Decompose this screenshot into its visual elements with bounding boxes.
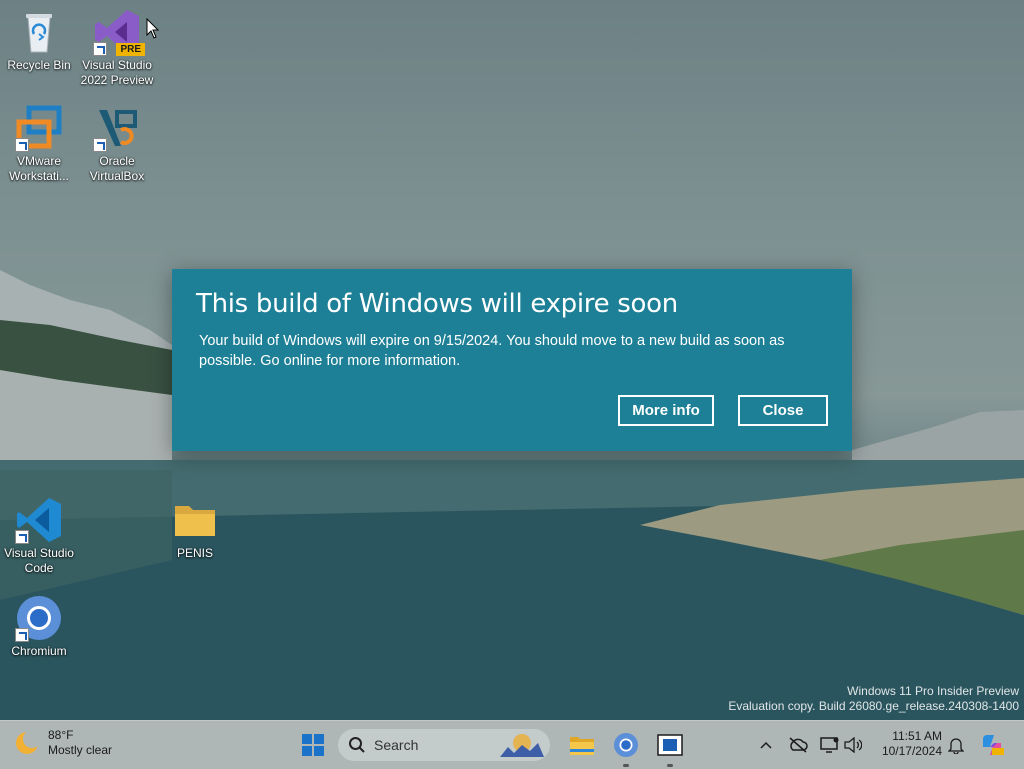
mouse-cursor-icon	[146, 18, 160, 39]
desktop-icon-virtualbox[interactable]: Oracle VirtualBox	[79, 104, 155, 184]
chevron-up-icon	[760, 741, 772, 749]
search-placeholder: Search	[374, 737, 419, 753]
desktop-icon-visual-studio[interactable]: PRE Visual Studio 2022 Preview	[79, 8, 155, 88]
notifications-button[interactable]	[945, 733, 967, 757]
display-icon	[820, 737, 839, 753]
vmware-icon	[15, 104, 63, 152]
desktop-icon-chromium[interactable]: Chromium	[1, 594, 77, 659]
virtualbox-icon	[93, 104, 141, 152]
desktop-icon-label: Oracle VirtualBox	[89, 154, 145, 183]
taskbar-clock[interactable]: 11:51 AM 10/17/2024	[870, 729, 942, 759]
watermark-edition: Windows 11 Pro Insider Preview	[847, 684, 1019, 698]
weather-widget[interactable]: 88°F Mostly clear	[14, 728, 112, 758]
search-highlight-icon	[500, 734, 544, 757]
desktop-icon-label: PENIS	[176, 546, 213, 560]
desktop-icon-label: Recycle Bin	[7, 58, 71, 72]
shortcut-arrow-icon	[15, 138, 29, 152]
more-info-button[interactable]: More info	[618, 395, 714, 426]
network-status-button[interactable]	[786, 733, 810, 757]
desktop-icon-folder[interactable]: PENIS	[157, 496, 233, 561]
taskbar-chromium[interactable]	[610, 729, 642, 767]
taskbar: 88°F Mostly clear Search 11:51 AM 10/17/…	[0, 720, 1024, 769]
running-indicator	[623, 764, 629, 767]
moon-weather-icon	[16, 730, 40, 754]
desktop-icon-label: Chromium	[11, 644, 67, 658]
taskbar-file-explorer[interactable]	[566, 729, 598, 761]
dialog-message: Your build of Windows will expire on 9/1…	[199, 333, 785, 369]
show-hidden-icons-button[interactable]	[756, 733, 776, 757]
desktop-icon-label: VMware Workstati...	[9, 154, 69, 183]
taskbar-active-app[interactable]	[654, 729, 686, 767]
evaluation-watermark: Windows 11 Pro Insider Preview Evaluatio…	[728, 684, 1019, 714]
taskbar-search-box[interactable]: Search	[338, 729, 550, 761]
desktop-icon-label: Visual Studio 2022 Preview	[80, 58, 154, 87]
volume-icon	[844, 737, 862, 753]
desktop-icon-recycle-bin[interactable]: Recycle Bin	[1, 8, 77, 73]
volume-button[interactable]	[842, 733, 864, 757]
shortcut-arrow-icon	[15, 628, 29, 642]
vscode-icon	[15, 496, 63, 544]
shortcut-arrow-icon	[15, 530, 29, 544]
expiration-dialog: This build of Windows will expire soon Y…	[172, 269, 852, 451]
folder-icon	[171, 496, 219, 544]
search-icon	[349, 737, 365, 753]
dialog-title: This build of Windows will expire soon	[196, 289, 678, 319]
chromium-icon	[15, 594, 63, 642]
weather-temperature: 88°F	[48, 728, 74, 742]
app-window-icon	[657, 734, 683, 756]
recycle-bin-icon	[15, 8, 63, 56]
file-explorer-icon	[570, 737, 594, 755]
bell-icon	[948, 738, 964, 754]
network-off-icon	[789, 737, 808, 753]
start-button[interactable]	[297, 729, 329, 761]
clock-date: 10/17/2024	[881, 744, 942, 758]
watermark-build: Evaluation copy. Build 26080.ge_release.…	[728, 699, 1019, 713]
desktop-icon-label: Visual Studio Code	[4, 546, 74, 575]
chromium-icon	[614, 733, 638, 757]
clock-time: 11:51 AM	[892, 729, 942, 743]
shortcut-arrow-icon	[93, 138, 107, 152]
shortcut-arrow-icon	[93, 42, 107, 56]
display-button[interactable]	[818, 733, 842, 757]
running-indicator	[667, 764, 673, 767]
visual-studio-icon: PRE	[93, 8, 145, 56]
copilot-icon	[983, 735, 1004, 755]
copilot-button[interactable]	[978, 733, 1006, 757]
weather-condition: Mostly clear	[48, 743, 113, 757]
start-icon	[302, 734, 324, 756]
close-button[interactable]: Close	[738, 395, 828, 426]
desktop-icon-vscode[interactable]: Visual Studio Code	[1, 496, 77, 576]
preview-badge: PRE	[116, 43, 145, 56]
desktop-icon-vmware[interactable]: VMware Workstati...	[1, 104, 77, 184]
